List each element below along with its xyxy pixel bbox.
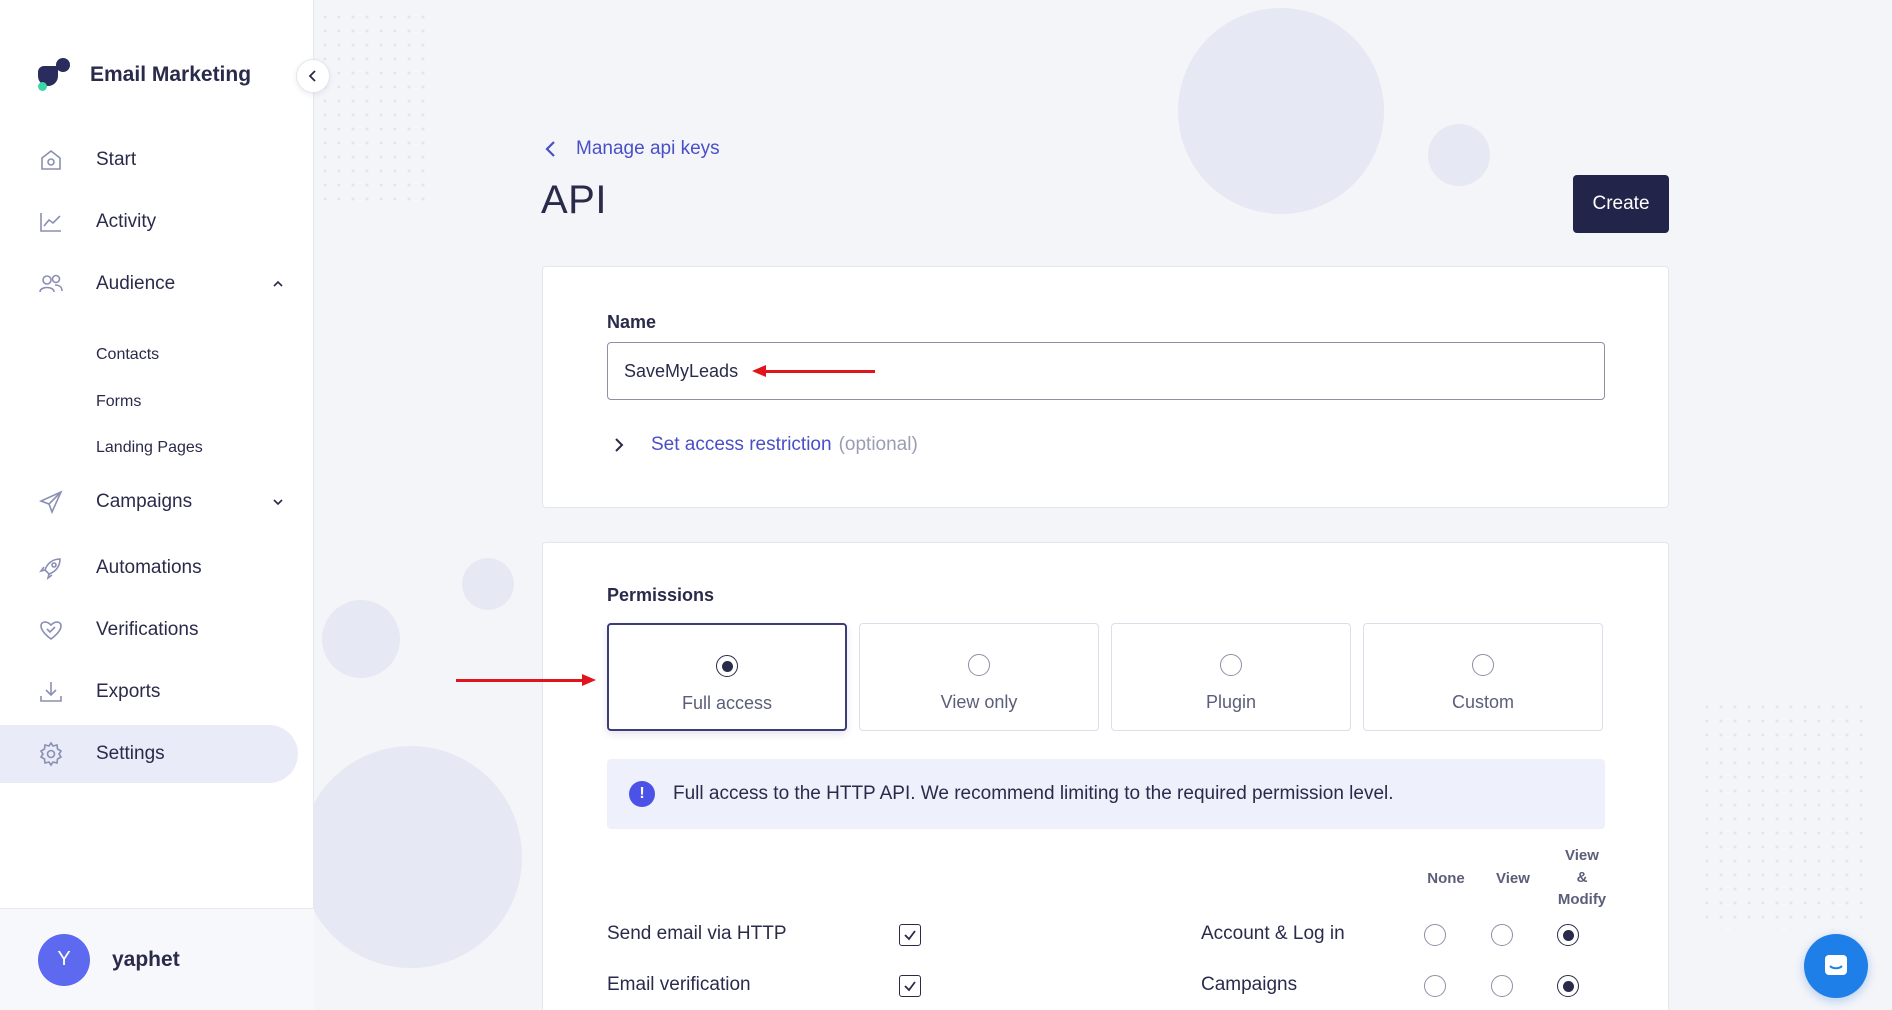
permission-option-label: Plugin	[1205, 692, 1257, 712]
permissions-label: Permissions	[607, 585, 715, 605]
brand-logo-icon	[36, 58, 70, 92]
column-header-view: View	[1496, 870, 1530, 887]
gear-icon	[38, 741, 64, 767]
radio-icon	[1472, 654, 1494, 676]
annotation-arrow-full-access	[456, 674, 596, 686]
permission-option-custom[interactable]: Custom	[1363, 623, 1603, 731]
name-card: Name Set access restriction (optional)	[542, 266, 1669, 508]
permission-option-plugin[interactable]: Plugin	[1111, 623, 1351, 731]
sidebar-subitem-forms[interactable]: Forms	[96, 393, 141, 411]
background-circle	[322, 600, 400, 678]
collapse-sidebar-button[interactable]	[296, 59, 330, 93]
back-link-label: Manage api keys	[576, 138, 720, 159]
background-dots	[1700, 700, 1870, 930]
chat-widget-button[interactable]	[1804, 934, 1868, 998]
background-circle	[462, 558, 514, 610]
permission-row-label: Email verification	[607, 974, 751, 995]
permission-option-label: Full access	[681, 693, 773, 713]
email-verification-checkbox[interactable]	[899, 975, 921, 997]
sidebar-item-audience[interactable]: Audience	[0, 255, 298, 313]
background-circle	[300, 746, 522, 968]
permission-row-label: Campaigns	[1201, 974, 1298, 995]
sidebar: Email Marketing Start Activity Audience …	[0, 0, 314, 1010]
sidebar-subitem-contacts[interactable]: Contacts	[96, 346, 159, 364]
access-restriction-link[interactable]: Set access restriction	[651, 434, 832, 456]
sidebar-item-automations[interactable]: Automations	[0, 539, 298, 597]
chevron-left-icon	[308, 70, 316, 82]
annotation-arrow-name	[752, 365, 875, 377]
optional-hint: (optional)	[838, 434, 918, 455]
sidebar-item-activity[interactable]: Activity	[0, 193, 298, 251]
permission-row-label: Account & Log in	[1201, 923, 1345, 944]
permission-option-view-only[interactable]: View only	[859, 623, 1099, 731]
sidebar-item-label: Automations	[96, 557, 202, 578]
sidebar-item-label: Settings	[96, 743, 165, 764]
sidebar-item-campaigns[interactable]: Campaigns	[0, 473, 298, 531]
paper-plane-icon	[38, 489, 64, 515]
campaigns-none-radio[interactable]	[1424, 975, 1446, 997]
brand-name: Email Marketing	[90, 63, 252, 86]
permission-option-label: View only	[940, 692, 1018, 712]
radio-selected-icon	[716, 655, 738, 677]
page-title: API	[541, 178, 607, 222]
avatar: Y	[38, 933, 90, 986]
column-header-none: None	[1427, 870, 1465, 887]
sidebar-item-label: Audience	[96, 273, 176, 294]
column-header-view-modify: View & Modify	[1557, 847, 1607, 908]
back-link-manage-api-keys[interactable]: Manage api keys	[544, 138, 720, 160]
permission-info-text: Full access to the HTTP API. We recommen…	[673, 783, 1394, 804]
sidebar-item-label: Campaigns	[96, 491, 193, 512]
permissions-card: Permissions Full access View only Plugin…	[542, 542, 1669, 1010]
chevron-down-icon	[272, 495, 284, 507]
home-icon	[38, 147, 64, 173]
sidebar-item-start[interactable]: Start	[0, 131, 298, 189]
create-button[interactable]: Create	[1573, 175, 1669, 233]
sidebar-item-label: Verifications	[96, 619, 199, 640]
permission-option-full-access[interactable]: Full access	[607, 623, 847, 731]
sidebar-item-label: Exports	[96, 681, 161, 702]
sidebar-item-label: Activity	[96, 211, 157, 232]
rocket-icon	[38, 555, 64, 581]
permission-info-banner: ! Full access to the HTTP API. We recomm…	[607, 759, 1605, 829]
sidebar-item-verifications[interactable]: Verifications	[0, 601, 298, 659]
account-view-radio[interactable]	[1491, 924, 1513, 946]
user-name: yaphet	[112, 947, 180, 971]
chevron-right-icon	[615, 438, 624, 452]
checkmark-icon	[904, 930, 916, 941]
radio-icon	[968, 654, 990, 676]
background-circle	[1178, 8, 1384, 214]
permission-option-label: Custom	[1451, 692, 1514, 712]
background-dots	[318, 10, 428, 210]
permission-row-label: Send email via HTTP	[607, 923, 787, 944]
checkmark-icon	[904, 981, 916, 992]
download-icon	[38, 679, 64, 705]
sidebar-item-exports[interactable]: Exports	[0, 663, 298, 721]
account-view-modify-radio[interactable]	[1557, 924, 1579, 946]
users-icon	[38, 271, 64, 297]
sidebar-item-label: Start	[96, 149, 137, 170]
account-none-radio[interactable]	[1424, 924, 1446, 946]
access-restriction-toggle[interactable]: Set access restriction (optional)	[613, 434, 918, 456]
campaigns-view-radio[interactable]	[1491, 975, 1513, 997]
brand[interactable]: Email Marketing	[36, 58, 251, 92]
background-circle	[1428, 124, 1490, 186]
info-exclamation-icon: !	[629, 781, 655, 807]
sidebar-item-settings[interactable]: Settings	[0, 725, 298, 783]
heart-check-icon	[38, 617, 64, 643]
name-label: Name	[607, 312, 657, 332]
sidebar-subitem-landing-pages[interactable]: Landing Pages	[96, 439, 203, 457]
chevron-up-icon	[272, 277, 284, 289]
radio-icon	[1220, 654, 1242, 676]
send-email-http-checkbox[interactable]	[899, 924, 921, 946]
chevron-left-icon	[545, 141, 555, 157]
chart-line-icon	[38, 209, 64, 235]
user-bar[interactable]: Y yaphet	[0, 908, 314, 1010]
campaigns-view-modify-radio[interactable]	[1557, 975, 1579, 997]
chat-icon	[1825, 955, 1847, 975]
